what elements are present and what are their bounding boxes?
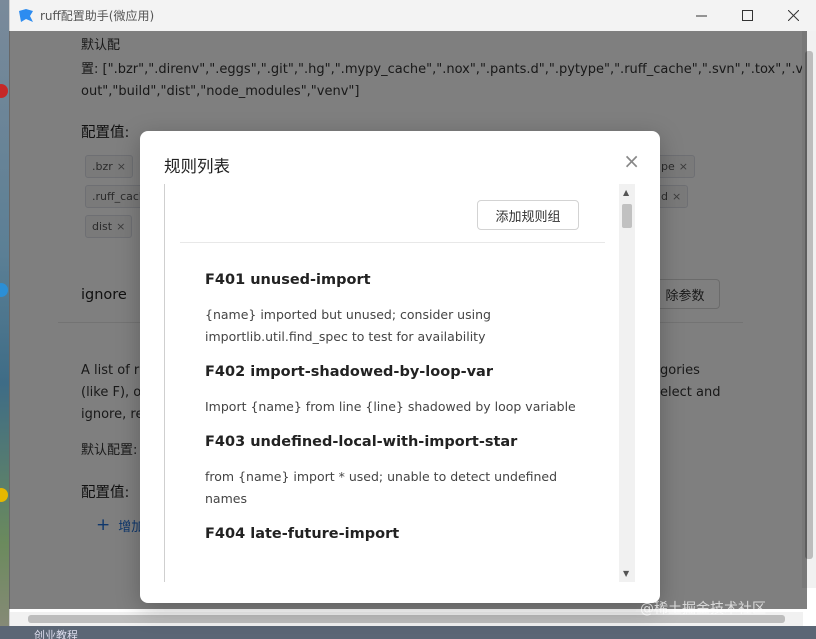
rule-item[interactable]: F401 unused-import {name} imported but u…	[205, 266, 605, 348]
rule-title: F403 undefined-local-with-import-star	[205, 434, 518, 450]
rule-title: F402 import-shadowed-by-loop-var	[205, 364, 493, 380]
rule-item[interactable]: F402 import-shadowed-by-loop-var Import …	[205, 358, 605, 418]
rule-item[interactable]: F404 late-future-import	[205, 520, 605, 548]
maximize-button[interactable]	[724, 0, 770, 31]
scroll-up-icon[interactable]: ▲	[623, 188, 629, 197]
divider	[180, 242, 605, 243]
desktop-icon[interactable]	[0, 488, 8, 502]
rule-description: from {name} import * used; unable to det…	[205, 469, 558, 506]
maximize-icon	[741, 10, 753, 21]
desktop-background	[0, 0, 9, 639]
title-bar[interactable]: ruff配置助手(微应用)	[10, 0, 816, 31]
scrollbar-thumb[interactable]	[622, 204, 632, 228]
rule-description: {name} imported but unused; consider usi…	[205, 307, 491, 344]
minimize-button[interactable]	[678, 0, 724, 31]
desktop-label: 创业教程	[34, 629, 78, 639]
window-title: ruff配置助手(微应用)	[40, 9, 155, 23]
dialog-close-icon[interactable]: ×	[623, 149, 640, 173]
rule-item[interactable]: F403 undefined-local-with-import-star fr…	[205, 428, 605, 510]
close-button[interactable]	[770, 0, 816, 31]
rule-list-dialog: 规则列表 × 添加规则组 F401 unused-import {name} i…	[140, 131, 660, 603]
dialog-title: 规则列表	[164, 157, 230, 176]
rule-title: F404 late-future-import	[205, 526, 400, 542]
minimize-icon	[695, 15, 707, 17]
dialog-body: 添加规则组 F401 unused-import {name} imported…	[164, 184, 636, 582]
watermark: @稀土掘金技术社区	[640, 601, 766, 617]
dialog-scrollbar[interactable]: ▲ ▼	[619, 184, 635, 582]
rule-list: F401 unused-import {name} imported but u…	[205, 266, 605, 558]
rule-description: Import {name} from line {line} shadowed …	[205, 399, 576, 414]
app-logo-icon	[19, 8, 33, 22]
close-icon	[787, 10, 799, 21]
rule-title: F401 unused-import	[205, 272, 371, 288]
desktop-bottom	[0, 626, 816, 639]
desktop-icon[interactable]	[0, 283, 8, 297]
scroll-down-icon[interactable]: ▼	[623, 569, 629, 578]
desktop-icon[interactable]	[0, 84, 8, 98]
add-rule-group-button[interactable]: 添加规则组	[477, 200, 579, 230]
